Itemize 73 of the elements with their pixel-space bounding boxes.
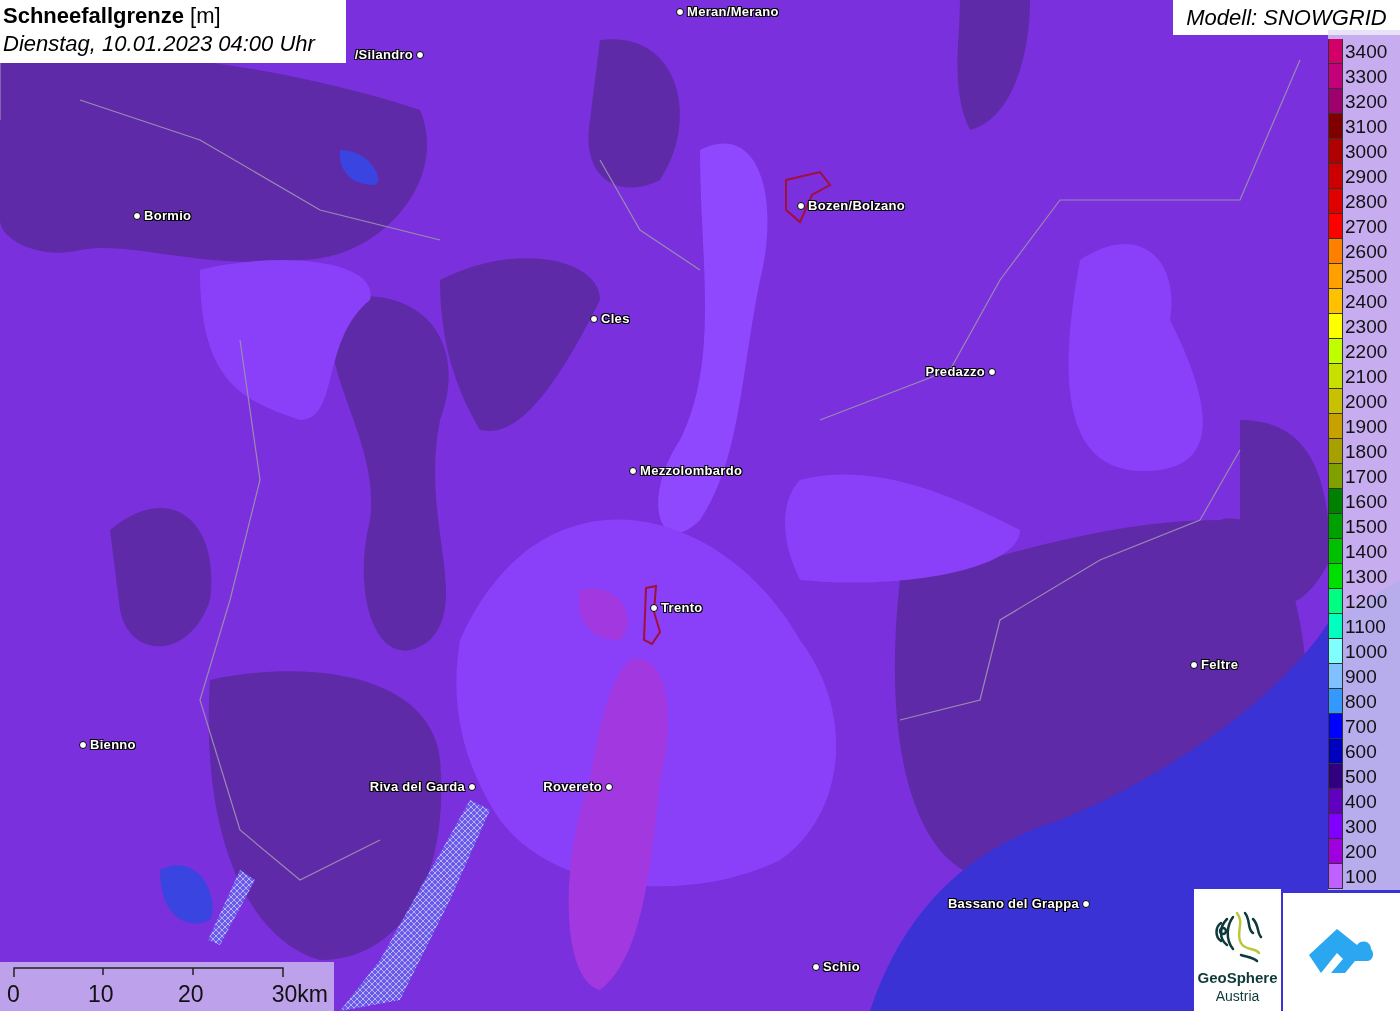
legend-label: 700 — [1345, 715, 1377, 738]
city-marker-icon — [650, 603, 658, 612]
legend-label: 400 — [1345, 790, 1377, 813]
city-marker-icon — [629, 466, 637, 475]
map-title: Schneefallgrenze [m] — [3, 4, 222, 28]
legend-label: 1500 — [1345, 515, 1388, 538]
city-label: Riva del Garda — [369, 779, 465, 794]
legend-label: 3400 — [1345, 40, 1388, 63]
map-date: Dienstag, 10.01.2023 04:00 Uhr — [3, 31, 317, 57]
legend-label: 3200 — [1345, 90, 1388, 113]
legend-label: 1700 — [1345, 465, 1388, 488]
city-label: Bozen/Bolzano — [808, 198, 906, 213]
legend-label: 800 — [1345, 690, 1377, 713]
legend-label: 2000 — [1345, 390, 1388, 413]
city-label: Predazzo — [925, 364, 985, 379]
city-marker-icon — [812, 962, 820, 971]
legend-label: 2100 — [1345, 365, 1388, 388]
scale-label: 20 — [178, 981, 204, 1008]
legend-label: 200 — [1345, 840, 1377, 863]
city-label: Bormio — [144, 208, 192, 223]
city-label: Mezzolombardo — [640, 463, 743, 478]
legend-label: 1100 — [1345, 615, 1386, 638]
legend-label: 2700 — [1345, 215, 1388, 238]
legend-label: 2300 — [1345, 315, 1388, 338]
city-label: /Silandro — [354, 47, 413, 62]
legend-label: 1400 — [1345, 540, 1388, 563]
city-marker-icon — [988, 367, 996, 376]
scale-bar-icon — [13, 967, 285, 977]
legend-label: 500 — [1345, 765, 1377, 788]
legend-label: 1000 — [1345, 640, 1388, 663]
legend-label: 3100 — [1345, 115, 1388, 138]
legend-label: 1900 — [1345, 415, 1388, 438]
scale-label: 30km — [271, 981, 328, 1008]
city-label: Bassano del Grappa — [947, 896, 1079, 911]
city-label: Rovereto — [543, 779, 602, 794]
legend-label: 2800 — [1345, 190, 1388, 213]
legend-label: 2600 — [1345, 240, 1388, 263]
legend-label: 300 — [1345, 815, 1377, 838]
legend-label: 3300 — [1345, 65, 1388, 88]
legend-label: 100 — [1345, 865, 1377, 888]
scale-label: 0 — [7, 981, 20, 1008]
scale-label: 10 — [88, 981, 114, 1008]
city-marker-icon — [1082, 899, 1090, 908]
city-label: Feltre — [1201, 657, 1239, 672]
city-marker-icon — [416, 50, 424, 59]
legend-label: 1800 — [1345, 440, 1388, 463]
legend-label: 2900 — [1345, 165, 1388, 188]
city-label: Meran/Merano — [687, 4, 779, 19]
city-marker-icon — [590, 314, 598, 323]
legend-label: 600 — [1345, 740, 1377, 763]
city-marker-icon — [797, 201, 805, 210]
model-label: Modell: SNOWGRID — [1173, 0, 1400, 35]
city-marker-icon — [1190, 660, 1198, 669]
legend-label: 1600 — [1345, 490, 1388, 513]
legend-label: 2500 — [1345, 265, 1388, 288]
city-label: Cles — [601, 311, 630, 326]
legend-label: 1200 — [1345, 590, 1388, 613]
logo-name: GeoSphere — [1197, 969, 1278, 987]
city-marker-icon — [133, 211, 141, 220]
legend-label: 3000 — [1345, 140, 1388, 163]
city-marker-icon — [468, 782, 476, 791]
city-marker-icon — [79, 740, 87, 749]
logo-subtitle: Austria — [1215, 987, 1260, 1005]
city-label: Schio — [823, 959, 860, 974]
city-label: Trento — [661, 600, 703, 615]
city-label: Bienno — [90, 737, 136, 752]
city-marker-icon — [676, 7, 684, 16]
legend-label: 2400 — [1345, 290, 1388, 313]
roof-cloud-icon — [1308, 929, 1375, 975]
legend-label: 2200 — [1345, 340, 1388, 363]
city-marker-icon — [605, 782, 613, 791]
legend-label: 1300 — [1345, 565, 1388, 588]
legend-label: 900 — [1345, 665, 1377, 688]
